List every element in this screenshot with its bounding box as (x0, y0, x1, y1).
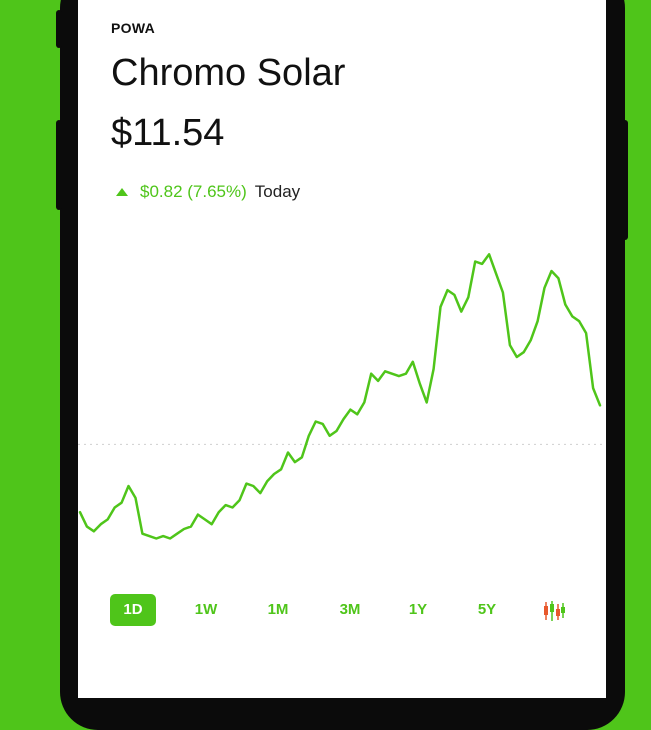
phone-side-button (56, 10, 62, 48)
range-3m-button[interactable]: 3M (327, 594, 373, 626)
price-change-row: $0.82 (7.65%) Today (116, 182, 300, 202)
range-5y-button[interactable]: 5Y (464, 594, 510, 626)
stock-name: Chromo Solar (111, 52, 346, 94)
range-1d-button[interactable]: 1D (110, 594, 156, 626)
range-1m-button[interactable]: 1M (255, 594, 301, 626)
time-range-selector: 1D 1W 1M 3M 1Y 5Y (110, 594, 580, 628)
price-change: $0.82 (7.65%) (140, 182, 247, 201)
phone-volume-button (56, 120, 62, 210)
app-screen: POWA Chromo Solar $11.54 $0.82 (7.65%) T… (78, 0, 606, 698)
price-chart[interactable] (78, 230, 606, 570)
price-line (78, 253, 602, 540)
period-label: Today (254, 182, 301, 201)
stock-ticker: POWA (111, 20, 155, 36)
stock-price: $11.54 (111, 112, 225, 154)
candlestick-chart-icon[interactable] (542, 600, 566, 622)
range-1w-button[interactable]: 1W (183, 594, 229, 626)
up-arrow-icon (116, 188, 128, 196)
phone-power-button (622, 120, 628, 240)
range-1y-button[interactable]: 1Y (395, 594, 441, 626)
